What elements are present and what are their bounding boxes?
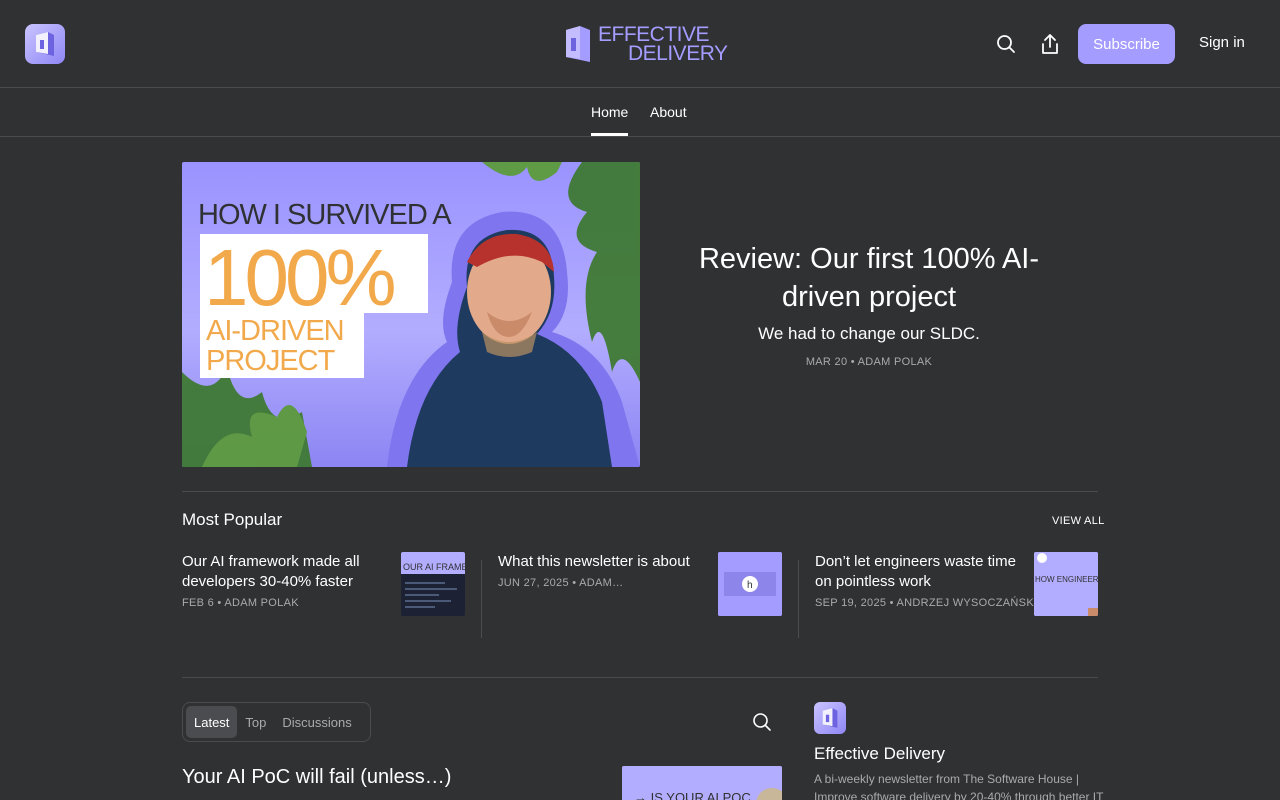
post-thumbnail[interactable]: → IS YOUR AI POC xyxy=(622,766,782,800)
divider xyxy=(182,491,1098,492)
sign-in-link[interactable]: Sign in xyxy=(1199,34,1245,51)
site-logo[interactable]: EFFECTIVE DELIVERY xyxy=(566,24,728,64)
tab-top[interactable]: Top xyxy=(237,706,274,738)
popular-thumb-text: HOW ENGINEERS CAN WASTE TIME xyxy=(1035,575,1098,584)
hero-post-image[interactable]: HOW I SURVIVED A 100% AI-DRIVEN PROJECT xyxy=(182,162,640,467)
subscribe-button[interactable]: Subscribe xyxy=(1078,24,1175,64)
popular-post[interactable]: What this newsletter is about JUN 27, 20… xyxy=(498,552,703,638)
post-filter-tabs: Latest Top Discussions xyxy=(182,702,371,742)
hero-image-big: 100% xyxy=(204,233,394,322)
popular-post[interactable]: Don’t let engineers waste time on pointl… xyxy=(815,552,1038,638)
popular-post-thumbnail[interactable]: h xyxy=(718,552,782,616)
hero-post-subtitle: We had to change our SLDC. xyxy=(758,324,980,343)
publication-name[interactable]: Effective Delivery xyxy=(814,744,945,764)
popular-post-thumbnail[interactable]: HOW ENGINEERS CAN WASTE TIME xyxy=(1034,552,1098,616)
popular-post-meta: JUN 27, 2025 • ADAM… xyxy=(498,577,624,589)
post-title[interactable]: Your AI PoC will fail (unless…) xyxy=(182,766,451,789)
publication-description: A bi-weekly newsletter from The Software… xyxy=(814,772,1104,800)
tab-home[interactable]: Home xyxy=(591,104,629,136)
tab-about[interactable]: About xyxy=(650,104,687,136)
column-separator xyxy=(481,560,482,638)
popular-post-meta: FEB 6 • ADAM POLAK xyxy=(182,597,299,609)
hero-post-meta: MAR 20 • ADAM POLAK xyxy=(805,356,933,368)
hero-image-line3: AI-DRIVEN xyxy=(206,315,344,347)
divider xyxy=(182,677,1098,678)
popular-post-title[interactable]: What this newsletter is about xyxy=(498,552,703,572)
share-icon[interactable] xyxy=(1036,30,1064,58)
logo-mark-icon xyxy=(566,26,590,62)
column-separator xyxy=(798,560,799,638)
site-header: EFFECTIVE DELIVERY Subscribe Sign in xyxy=(0,0,1280,88)
popular-post[interactable]: Our AI framework made all developers 30-… xyxy=(182,552,387,638)
popular-post-title[interactable]: Don’t let engineers waste time on pointl… xyxy=(815,552,1025,592)
popular-post-thumbnail[interactable]: OUR AI FRAMEW xyxy=(401,552,465,616)
popular-post-meta: SEP 19, 2025 • ANDRZEJ WYSOCZAŃSKI xyxy=(815,597,1038,609)
popular-thumb-text: OUR AI FRAMEW xyxy=(403,562,465,572)
most-popular-heading: Most Popular xyxy=(182,510,283,529)
popular-post-title[interactable]: Our AI framework made all developers 30-… xyxy=(182,552,387,592)
hero-post[interactable]: Review: Our first 100% AI-driven project… xyxy=(660,240,1078,368)
hero-illustration: HOW I SURVIVED A 100% AI-DRIVEN PROJECT xyxy=(182,162,640,467)
main-nav: Home About xyxy=(0,88,1280,137)
hero-post-title[interactable]: Review: Our first 100% AI-driven project xyxy=(660,240,1078,316)
post-thumb-text: → IS YOUR AI POC xyxy=(634,790,751,800)
search-icon[interactable] xyxy=(992,30,1020,58)
search-posts-icon[interactable] xyxy=(750,710,774,734)
logo-text-line2: DELIVERY xyxy=(628,42,728,65)
publication-logo-icon[interactable] xyxy=(814,702,846,734)
tab-latest[interactable]: Latest xyxy=(186,706,238,738)
tab-discussions[interactable]: Discussions xyxy=(274,706,359,738)
view-all-link[interactable]: VIEW ALL xyxy=(1052,515,1105,527)
svg-text:h: h xyxy=(747,580,753,591)
hero-image-line4: PROJECT xyxy=(206,345,336,377)
publication-logo-icon[interactable] xyxy=(25,24,65,64)
hero-image-line1: HOW I SURVIVED A xyxy=(198,199,452,231)
